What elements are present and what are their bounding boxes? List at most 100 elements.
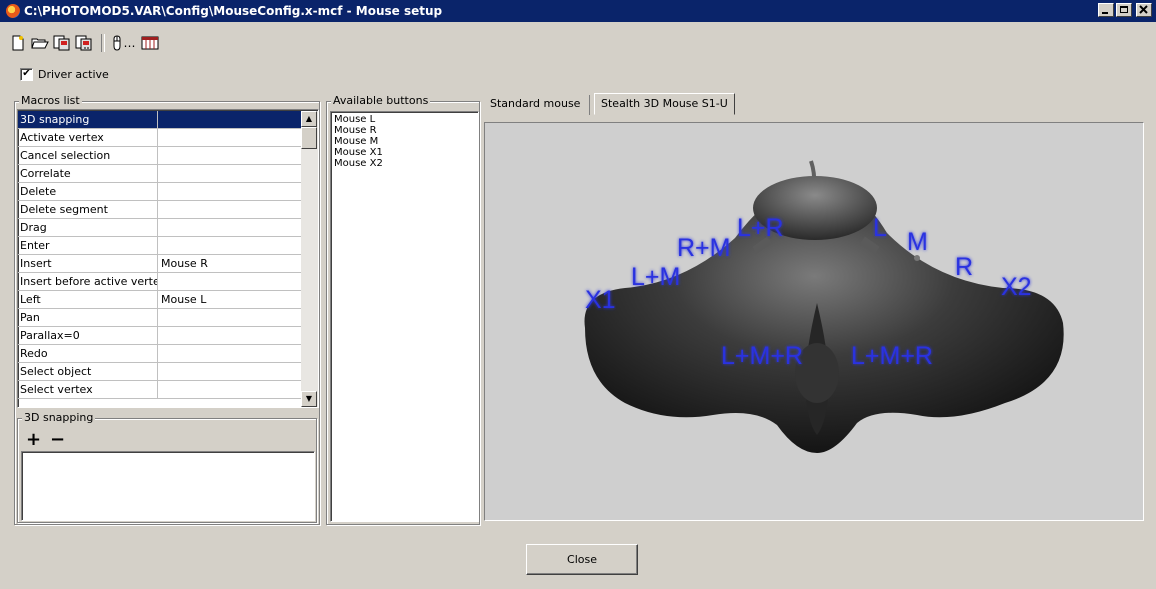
driver-active-checkbox[interactable]: ✔ Driver active bbox=[20, 67, 109, 81]
available-button-item[interactable]: Mouse X1 bbox=[331, 147, 478, 158]
label-x2: X2 bbox=[1001, 273, 1032, 301]
macro-row[interactable]: Activate vertex bbox=[18, 129, 301, 147]
macro-button-cell[interactable] bbox=[159, 165, 301, 182]
label-l: L bbox=[873, 214, 887, 242]
macro-name-cell: Select vertex bbox=[18, 381, 158, 398]
available-button-item[interactable]: Mouse X2 bbox=[331, 158, 478, 169]
minimize-button[interactable] bbox=[1098, 3, 1114, 17]
macro-name-cell: Delete bbox=[18, 183, 158, 200]
save-icon[interactable] bbox=[52, 34, 72, 52]
macro-button-cell[interactable] bbox=[159, 147, 301, 164]
title-bar[interactable]: C:\PHOTOMOD5.VAR\Config\MouseConfig.x-mc… bbox=[0, 0, 1156, 22]
maximize-button[interactable] bbox=[1116, 3, 1132, 17]
macro-row[interactable]: Delete segment bbox=[18, 201, 301, 219]
macro-row[interactable]: Redo bbox=[18, 345, 301, 363]
available-button-item[interactable]: Mouse M bbox=[331, 136, 478, 147]
label-lm: L+M bbox=[631, 263, 680, 291]
macro-button-cell[interactable] bbox=[159, 201, 301, 218]
macro-name-cell: Select object bbox=[18, 363, 158, 380]
scroll-up-button[interactable]: ▲ bbox=[301, 111, 317, 127]
macro-name-cell: Activate vertex bbox=[18, 129, 158, 146]
macro-name-cell: Enter bbox=[18, 237, 158, 254]
table-icon[interactable] bbox=[140, 34, 160, 52]
macro-name-cell: Left bbox=[18, 291, 158, 308]
macro-row[interactable]: Delete bbox=[18, 183, 301, 201]
macro-name-cell: Insert bbox=[18, 255, 158, 272]
macro-name-cell: Parallax=0 bbox=[18, 327, 158, 344]
macros-scrollbar[interactable]: ▲ ▼ bbox=[301, 111, 318, 407]
macro-name-cell: Pan bbox=[18, 309, 158, 326]
macro-button-cell[interactable] bbox=[159, 219, 301, 236]
label-rm: R+M bbox=[677, 234, 730, 262]
macro-name-cell: Redo bbox=[18, 345, 158, 362]
mouse-config-icon[interactable]: … bbox=[110, 34, 136, 52]
macro-button-cell[interactable] bbox=[159, 381, 301, 398]
snapping-list[interactable] bbox=[21, 451, 315, 521]
macro-button-cell[interactable]: Mouse R bbox=[159, 255, 301, 272]
label-r: R bbox=[955, 253, 973, 281]
label-lmr-left: L+M+R bbox=[721, 342, 803, 370]
close-window-button[interactable] bbox=[1136, 3, 1152, 17]
macro-name-cell: 3D snapping bbox=[18, 111, 158, 128]
macro-button-cell[interactable] bbox=[159, 309, 301, 326]
macro-button-cell[interactable] bbox=[159, 111, 301, 128]
label-lr: L+R bbox=[737, 214, 784, 242]
snapping-title: 3D snapping bbox=[22, 411, 96, 424]
add-button[interactable]: + bbox=[26, 429, 41, 450]
tab-divider bbox=[589, 95, 590, 115]
macro-button-cell[interactable] bbox=[159, 129, 301, 146]
available-buttons-list[interactable]: Mouse L Mouse R Mouse M Mouse X1 Mouse X2 bbox=[330, 111, 479, 522]
macro-row[interactable]: Cancel selection bbox=[18, 147, 301, 165]
mouse-config-ellipsis: … bbox=[123, 36, 136, 50]
window-controls bbox=[1098, 3, 1152, 17]
toolbar-separator bbox=[101, 34, 105, 52]
macro-button-cell[interactable] bbox=[159, 363, 301, 380]
open-folder-icon[interactable] bbox=[30, 34, 50, 52]
tab-standard-mouse[interactable]: Standard mouse bbox=[484, 93, 586, 115]
available-buttons-title: Available buttons bbox=[331, 94, 431, 107]
macro-name-cell: Insert before active verte bbox=[20, 273, 158, 290]
macro-row[interactable]: 3D snapping bbox=[18, 111, 301, 129]
scroll-thumb[interactable] bbox=[301, 127, 317, 149]
macro-button-cell[interactable] bbox=[159, 237, 301, 254]
macro-row[interactable]: Left Mouse L bbox=[18, 291, 301, 309]
macro-button-cell[interactable] bbox=[159, 327, 301, 344]
macro-button-cell[interactable]: Mouse L bbox=[159, 291, 301, 308]
macro-row[interactable]: Select vertex bbox=[18, 381, 301, 399]
macro-name-cell: Cancel selection bbox=[18, 147, 158, 164]
macro-button-cell[interactable] bbox=[159, 273, 301, 290]
macros-grid[interactable]: 3D snapping Activate vertex Cancel selecti… bbox=[17, 109, 319, 408]
window-title: C:\PHOTOMOD5.VAR\Config\MouseConfig.x-mc… bbox=[24, 4, 443, 18]
macro-button-cell[interactable] bbox=[159, 183, 301, 200]
macros-list-title: Macros list bbox=[19, 94, 82, 107]
macro-row[interactable]: Insert Mouse R bbox=[18, 255, 301, 273]
mouse-image-panel: X1 L+M R+M L+R L M R X2 L+M+R L+M+R bbox=[484, 122, 1144, 521]
available-button-item[interactable]: Mouse L bbox=[331, 114, 478, 125]
macro-name-cell: Drag bbox=[18, 219, 158, 236]
macro-row[interactable]: Correlate bbox=[18, 165, 301, 183]
macro-row[interactable]: Parallax=0 bbox=[18, 327, 301, 345]
mouse-illustration: X1 L+M R+M L+R L M R X2 L+M+R L+M+R bbox=[584, 160, 1064, 453]
save-as-icon[interactable] bbox=[74, 34, 94, 52]
macro-button-cell[interactable] bbox=[159, 345, 301, 362]
macro-row[interactable]: Drag bbox=[18, 219, 301, 237]
macro-name-cell: Delete segment bbox=[18, 201, 158, 218]
scroll-down-button[interactable]: ▼ bbox=[301, 391, 317, 407]
macro-row[interactable]: Insert before active verte bbox=[18, 273, 301, 291]
app-icon bbox=[6, 4, 20, 18]
macro-row[interactable]: Enter bbox=[18, 237, 301, 255]
macro-row[interactable]: Select object bbox=[18, 363, 301, 381]
remove-button[interactable]: − bbox=[50, 429, 65, 450]
label-m: M bbox=[907, 228, 928, 256]
close-button[interactable]: Close bbox=[526, 544, 638, 575]
toolbar: … bbox=[0, 22, 1156, 62]
macro-name-cell: Correlate bbox=[18, 165, 158, 182]
driver-active-check[interactable]: ✔ bbox=[20, 67, 33, 81]
snapping-group: 3D snapping + − bbox=[17, 412, 317, 523]
available-button-item[interactable]: Mouse R bbox=[331, 125, 478, 136]
driver-active-label: Driver active bbox=[38, 67, 109, 81]
label-lmr-right: L+M+R bbox=[851, 342, 933, 370]
tab-stealth-mouse[interactable]: Stealth 3D Mouse S1-U bbox=[594, 93, 735, 115]
new-file-icon[interactable] bbox=[8, 34, 28, 52]
macro-row[interactable]: Pan bbox=[18, 309, 301, 327]
